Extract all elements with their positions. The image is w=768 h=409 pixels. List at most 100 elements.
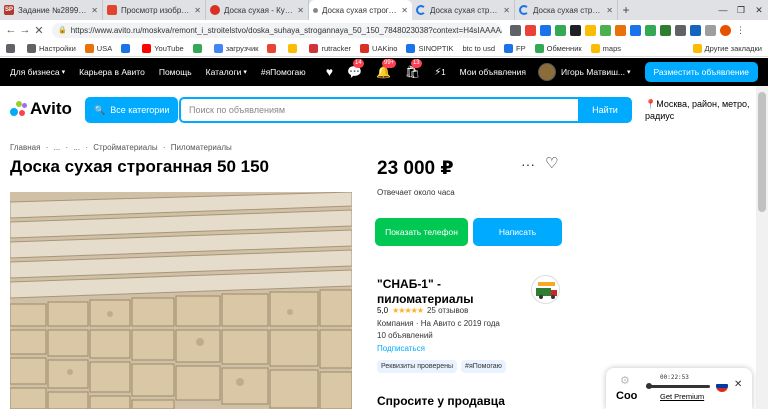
bookmark-item[interactable]: Обменник — [534, 43, 582, 53]
page-scrollbar[interactable] — [756, 86, 768, 409]
bookmark-item[interactable]: rutracker — [309, 43, 351, 53]
breadcrumb-item[interactable]: ... — [73, 143, 80, 152]
extension-icon[interactable] — [615, 24, 626, 36]
browser-tab[interactable]: Доска сухая строгани ✕ — [412, 0, 515, 20]
stop-icon[interactable]: ✕ — [32, 24, 46, 37]
extension-icon[interactable] — [540, 24, 551, 36]
widget-progress-bar[interactable] — [646, 383, 710, 389]
seller-name[interactable]: "СНАБ-1" - пиломатериалы — [377, 277, 517, 307]
progress-handle[interactable] — [646, 383, 652, 389]
get-premium-link[interactable]: Get Premium — [660, 392, 704, 401]
maximize-icon[interactable]: ❐ — [732, 0, 750, 20]
browser-tab[interactable]: SP Задание №2899410 - ✕ — [0, 0, 103, 20]
bookmark-item[interactable]: Настройки — [27, 43, 76, 53]
user-menu[interactable]: Игорь Матвиш... ▾ — [537, 63, 631, 81]
close-tab-icon[interactable]: ✕ — [194, 6, 201, 15]
ads-count-link[interactable]: 10 объявлений — [377, 331, 433, 340]
other-bookmarks[interactable]: Другие закладки — [692, 43, 762, 53]
extension-icon[interactable] — [645, 24, 656, 36]
nav-catalogs-link[interactable]: Каталоги ▾ — [206, 67, 247, 77]
forward-icon[interactable]: → — [18, 24, 32, 36]
verified-details-tag[interactable]: Реквизиты проверены — [377, 360, 458, 373]
my-ads-link[interactable]: Мои объявления — [460, 67, 526, 77]
breadcrumb-item[interactable]: ... — [54, 143, 61, 152]
bookmark-item[interactable]: FP — [504, 43, 526, 53]
logo-text: Avito — [30, 99, 72, 118]
close-tab-icon[interactable]: ✕ — [503, 6, 510, 15]
extension-icon[interactable] — [660, 24, 671, 36]
widget-close-icon[interactable]: ✕ — [734, 379, 742, 390]
location-selector[interactable]: 📍Москва, район, метро, радиус — [645, 98, 765, 122]
extension-icon[interactable] — [690, 24, 701, 36]
post-ad-button[interactable]: Разместить объявление — [644, 62, 758, 82]
bookmark-item[interactable]: YouTube — [142, 43, 184, 53]
browser-tab-active[interactable]: Доска сухая строгани ✕ — [309, 0, 412, 20]
breadcrumb-item[interactable]: Главная — [10, 143, 40, 152]
menu-kebab-icon[interactable]: ⋮ — [735, 25, 746, 36]
bookmark-item[interactable] — [288, 43, 300, 53]
extension-icon[interactable] — [705, 24, 716, 36]
nav-business-link[interactable]: Для бизнеса ▾ — [10, 67, 65, 77]
extension-icon[interactable] — [570, 24, 581, 36]
close-tab-icon[interactable]: ✕ — [606, 6, 613, 15]
promo-icon[interactable]: ⚡1 — [434, 67, 445, 78]
extension-icon[interactable] — [555, 24, 566, 36]
breadcrumb-item[interactable]: Стройматериалы — [93, 143, 157, 152]
browser-tab[interactable]: Доска сухая строгани ✕ — [515, 0, 618, 20]
nav-career-link[interactable]: Карьера в Авито — [79, 67, 145, 77]
close-tab-icon[interactable]: ✕ — [297, 6, 304, 15]
reviews-link[interactable]: 25 отзывов — [427, 306, 468, 315]
close-window-icon[interactable]: ✕ — [750, 0, 768, 20]
nav-help-link[interactable]: Помощь — [159, 67, 192, 77]
close-tab-icon[interactable]: ✕ — [401, 6, 408, 15]
extension-icon[interactable] — [630, 24, 641, 36]
bookmark-item[interactable] — [121, 43, 133, 53]
browser-tab[interactable]: Доска сухая - Купить п ✕ — [206, 0, 309, 20]
favorites-heart-icon[interactable]: ♥ — [326, 65, 333, 79]
find-button[interactable]: Найти — [578, 97, 632, 123]
scrollbar-thumb[interactable] — [758, 92, 766, 212]
browser-tab[interactable]: Просмотр изображен ✕ — [103, 0, 206, 20]
write-message-button[interactable]: Написать — [473, 218, 562, 246]
tab-favicon-icon — [107, 5, 117, 15]
extension-icon[interactable] — [675, 24, 686, 36]
minimize-icon[interactable]: — — [714, 0, 732, 20]
seller-logo[interactable] — [531, 275, 560, 304]
extension-icon[interactable] — [585, 24, 596, 36]
cart-icon[interactable]: 🛍 13 — [405, 59, 422, 79]
back-icon[interactable]: ← — [4, 24, 18, 36]
profile-avatar-icon[interactable] — [720, 24, 731, 36]
show-phone-button[interactable]: Показать телефон — [375, 218, 468, 246]
notifications-bell-icon[interactable]: 🔔 99+ — [376, 59, 397, 79]
breadcrumb-item[interactable]: Пиломатериалы — [171, 143, 232, 152]
subscribe-link[interactable]: Подписаться — [377, 344, 425, 353]
bookmark-item[interactable] — [267, 43, 279, 53]
extension-icon[interactable] — [525, 24, 536, 36]
messages-icon[interactable]: 💬 14 — [347, 59, 364, 79]
search-input[interactable]: Поиск по объявлениям — [179, 97, 579, 123]
bookmark-item[interactable]: загрузчик — [213, 43, 258, 53]
bookmark-item[interactable]: btc to usd — [463, 44, 496, 53]
bookmark-item[interactable]: maps — [590, 43, 621, 53]
nav-yapomogayu-link[interactable]: #яПомогаю — [261, 67, 306, 77]
avito-logo[interactable]: Avito — [10, 99, 72, 119]
extension-icon[interactable] — [510, 24, 521, 36]
bookmark-item[interactable]: SINOPTIK — [406, 43, 454, 53]
new-tab-button[interactable]: + — [618, 0, 634, 20]
russia-flag-icon[interactable] — [716, 380, 728, 392]
all-categories-button[interactable]: 🔍 Все категории — [85, 97, 178, 123]
yapomogayu-tag[interactable]: #яПомогаю — [461, 360, 506, 373]
bookmark-item[interactable]: USA — [84, 43, 112, 53]
bookmark-item[interactable] — [192, 43, 205, 53]
url-input[interactable]: 🔒 https://www.avito.ru/moskva/remont_i_s… — [52, 22, 502, 38]
search-icon: 🔍 — [94, 104, 106, 115]
extension-icon[interactable] — [600, 24, 611, 36]
bookmark-item[interactable]: UAKino — [360, 43, 397, 53]
favorite-heart-icon[interactable]: ♡ — [545, 154, 558, 172]
listing-photo[interactable] — [10, 192, 352, 409]
widget-settings-icon[interactable]: ⚙ — [620, 374, 630, 387]
tab-title: Доска сухая - Купить п — [224, 5, 294, 15]
more-options-icon[interactable]: ··· — [521, 156, 535, 172]
close-tab-icon[interactable]: ✕ — [91, 6, 98, 15]
apps-icon[interactable] — [6, 43, 18, 53]
